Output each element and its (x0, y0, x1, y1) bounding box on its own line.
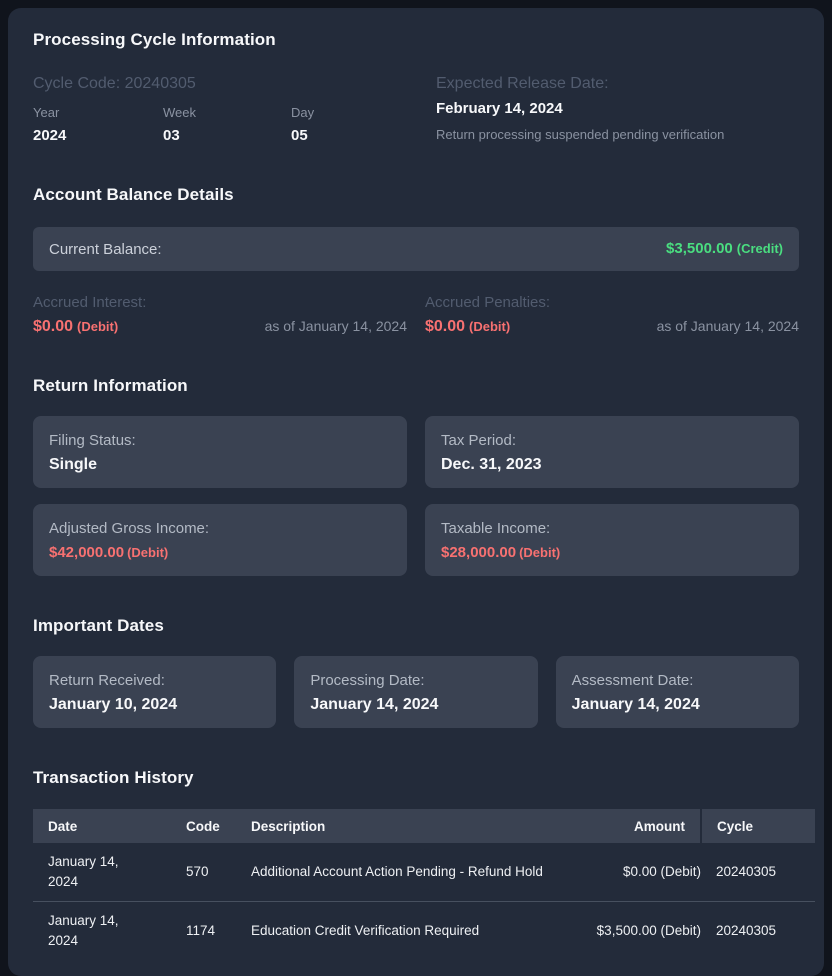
release-note: Return processing suspended pending veri… (436, 127, 725, 142)
return-info-grid: Filing Status: Single Tax Period: Dec. 3… (33, 416, 799, 576)
tax-period-card: Tax Period: Dec. 31, 2023 (425, 416, 799, 488)
section-title-processing-cycle: Processing Cycle Information (33, 30, 276, 49)
assessment-date-card: Assessment Date: January 14, 2024 (555, 656, 799, 728)
section-processing-cycle: Processing Cycle Information Cycle Code:… (33, 30, 799, 145)
section-title-account-balance: Account Balance Details (33, 185, 234, 204)
cycle-code-block: Cycle Code: 20240305 Year 2024 Week 03 D… (33, 74, 436, 145)
tax-period-value: Dec. 31, 2023 (441, 456, 542, 473)
current-balance-value: $3,500.00 (Credit) (666, 240, 783, 258)
agi-card: Adjusted Gross Income: $42,000.00 (Debit) (33, 504, 407, 576)
filing-status-card: Filing Status: Single (33, 416, 407, 488)
accrued-penalties-amount: $0.00 (425, 318, 466, 335)
accrued-penalties-block: Accrued Penalties: $0.00 (Debit) as of Ja… (425, 293, 799, 336)
week-label: Week (163, 105, 196, 120)
accrued-interest-block: Accrued Interest: $0.00 (Debit) as of Jan… (33, 293, 407, 336)
section-important-dates: Important Dates Return Received: January… (33, 616, 799, 728)
taxable-income-label: Taxable Income: (441, 520, 551, 537)
accrued-interest-suffix: (Debit) (77, 319, 119, 334)
accrued-grid: Accrued Interest: $0.00 (Debit) as of Jan… (33, 293, 799, 336)
day-value: 05 (291, 127, 308, 144)
return-received-card: Return Received: January 10, 2024 (33, 656, 277, 728)
taxable-income-suffix: (Debit) (519, 545, 561, 560)
filing-status-value: Single (49, 456, 98, 473)
accrued-interest-line: $0.00 (Debit) as of January 14, 2024 (33, 318, 407, 336)
important-dates-grid: Return Received: January 10, 2024 Proces… (33, 656, 799, 728)
year-week-day-row: Year 2024 Week 03 Day 05 (33, 105, 436, 145)
table-row: January 14, 2024 1174 Education Credit V… (33, 901, 815, 960)
section-transaction-history: Transaction History Date Code Descriptio… (33, 768, 815, 960)
column-header-date: Date (33, 809, 171, 843)
table-header-row: Date Code Description Amount Cycle (33, 809, 815, 843)
filing-status-label: Filing Status: (49, 432, 136, 449)
assessment-date-value: January 14, 2024 (571, 696, 700, 713)
processing-date-label: Processing Date: (310, 672, 425, 689)
accrued-interest-value: $0.00 (Debit) (33, 318, 118, 336)
tx-code-cell: 570 (186, 864, 209, 879)
tx-description: Education Credit Verification Required (251, 923, 480, 938)
agi-value: $42,000.00 (Debit) (49, 543, 391, 563)
cycle-code-label: Cycle Code: 20240305 (33, 75, 196, 92)
tx-description: Additional Account Action Pending - Refu… (251, 864, 543, 879)
accrued-penalties-value: $0.00 (Debit) (425, 318, 510, 336)
current-balance-label: Current Balance: (49, 240, 162, 258)
cycle-year: Year 2024 (33, 105, 163, 145)
current-balance-row: Current Balance: $3,500.00 (Credit) (33, 227, 799, 271)
tx-amount-cell: $3,500.00 (Debit) (546, 901, 701, 960)
accrued-penalties-as-of: as of January 14, 2024 (656, 318, 799, 334)
processing-date-card: Processing Date: January 14, 2024 (294, 656, 538, 728)
transaction-table-header: Date Code Description Amount Cycle (33, 809, 815, 843)
accrued-penalties-line: $0.00 (Debit) as of January 14, 2024 (425, 318, 799, 336)
column-header-description: Description (236, 809, 546, 843)
tax-period-label: Tax Period: (441, 432, 517, 449)
tx-date-cell: January 14, 2024 (33, 843, 171, 902)
expected-release-label: Expected Release Date: (436, 75, 609, 92)
section-account-balance: Account Balance Details Current Balance:… (33, 185, 799, 336)
year-label: Year (33, 105, 60, 120)
transaction-table: Date Code Description Amount Cycle Janua… (33, 809, 815, 960)
cycle-week: Week 03 (163, 105, 291, 145)
table-row: January 14, 2024 570 Additional Account … (33, 843, 815, 902)
section-title-return-information: Return Information (33, 376, 188, 395)
cycle-day: Day 05 (291, 105, 436, 145)
return-received-value: January 10, 2024 (49, 696, 178, 713)
section-title-transaction-history: Transaction History (33, 768, 194, 787)
tx-date: January 14, 2024 (48, 854, 119, 889)
taxable-income-amount: $28,000.00 (441, 544, 517, 561)
section-title-important-dates: Important Dates (33, 616, 164, 635)
processing-cycle-grid: Cycle Code: 20240305 Year 2024 Week 03 D… (33, 74, 799, 145)
transcript-panel: Processing Cycle Information Cycle Code:… (8, 8, 824, 976)
taxable-income-card: Taxable Income: $28,000.00 (Debit) (425, 504, 799, 576)
tx-cycle-cell: 20240305 (716, 864, 777, 879)
assessment-date-label: Assessment Date: (571, 672, 694, 689)
agi-suffix: (Debit) (127, 545, 169, 560)
tx-code-cell: 1174 (171, 901, 236, 960)
day-label: Day (291, 105, 315, 120)
processing-date-value: January 14, 2024 (310, 696, 439, 713)
accrued-interest-as-of: as of January 14, 2024 (264, 318, 407, 334)
expected-release-date: February 14, 2024 (436, 100, 563, 117)
current-balance-suffix: (Credit) (736, 241, 783, 256)
taxable-income-value: $28,000.00 (Debit) (441, 543, 783, 563)
week-value: 03 (163, 127, 180, 144)
accrued-interest-amount: $0.00 (33, 318, 74, 335)
tx-cycle-cell: 20240305 (701, 901, 815, 960)
agi-amount: $42,000.00 (49, 544, 125, 561)
tx-description-cell: Additional Account Action Pending - Refu… (236, 843, 546, 902)
agi-label: Adjusted Gross Income: (49, 520, 210, 537)
tx-date: January 14, 2024 (48, 913, 119, 948)
tx-description-cell: Education Credit Verification Required (236, 901, 546, 960)
column-header-amount: Amount (546, 809, 701, 843)
accrued-interest-label: Accrued Interest: (33, 294, 147, 311)
accrued-penalties-suffix: (Debit) (469, 319, 511, 334)
accrued-penalties-label: Accrued Penalties: (425, 294, 551, 311)
tx-date-cell: January 14, 2024 (33, 901, 171, 960)
year-value: 2024 (33, 127, 67, 144)
expected-release-block: Expected Release Date: February 14, 2024… (436, 74, 799, 145)
current-balance-amount: $3,500.00 (666, 240, 733, 257)
return-received-label: Return Received: (49, 672, 165, 689)
column-header-cycle: Cycle (700, 809, 815, 843)
column-header-code: Code (171, 809, 236, 843)
tx-amount-cell: $0.00 (Debit) (622, 864, 701, 879)
section-return-information: Return Information Filing Status: Single… (33, 376, 799, 576)
